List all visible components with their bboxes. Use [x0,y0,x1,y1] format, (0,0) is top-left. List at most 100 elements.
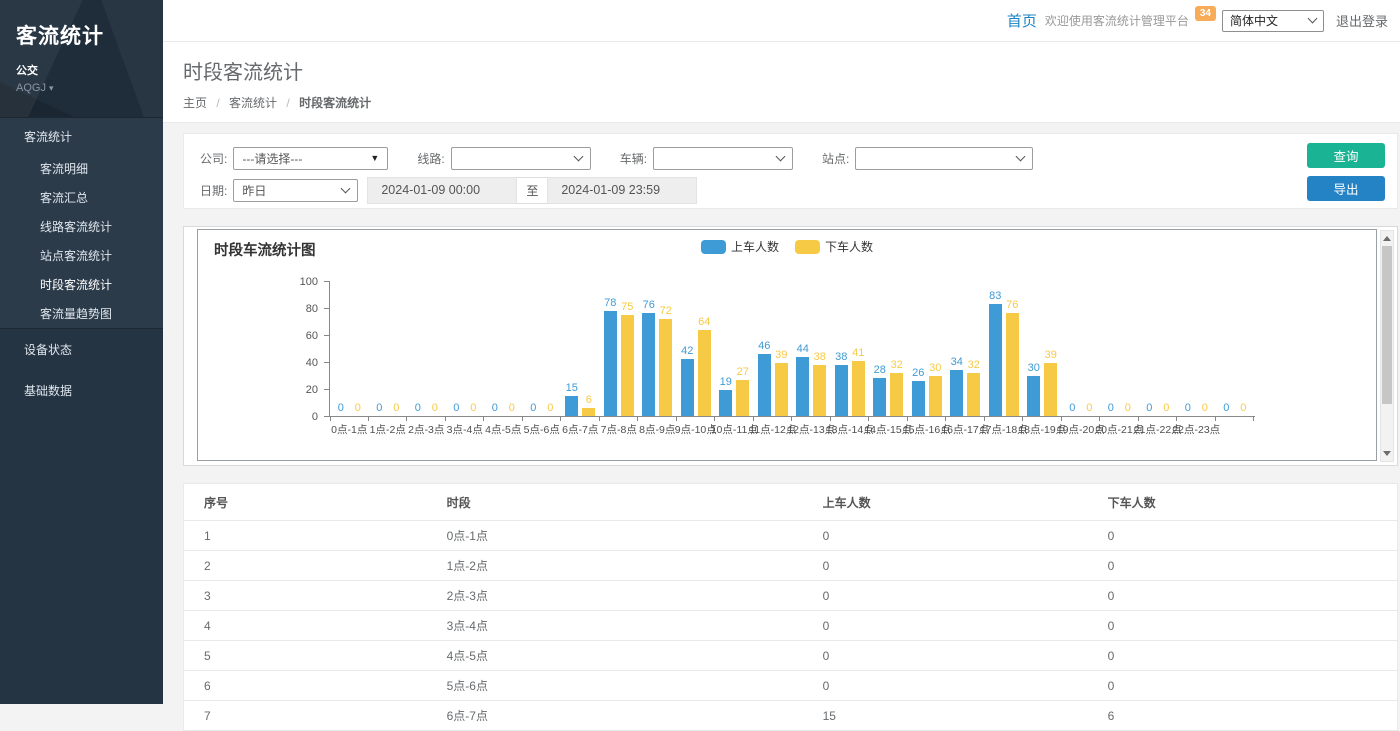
export-button[interactable]: 导出 [1307,176,1385,201]
date-preset-select[interactable]: 昨日 [233,179,358,202]
bar-value-label: 19 [720,376,732,389]
table-cell: 0点-1点 [427,521,803,551]
breadcrumb-section[interactable]: 客流统计 [229,96,277,110]
y-axis-label: 60 [306,330,318,342]
chart-scrollbar[interactable] [1380,230,1394,462]
table-cell: 1 [184,521,427,551]
topbar: 首页 欢迎使用客流统计管理平台 34 简体中文 退出登录 [163,0,1400,42]
sidebar-subitem[interactable]: 时段客流统计 [0,270,163,299]
x-axis-tick [1216,417,1255,421]
date-to-label: 至 [517,177,547,204]
sidebar-subitem[interactable]: 线路客流统计 [0,212,163,241]
bar [989,304,1002,416]
x-axis-tick [561,417,600,421]
table-cell: 3 [184,581,427,611]
bar-group: 2630 [908,281,947,416]
bar [659,319,672,416]
x-axis-label: 12点-13点 [792,422,831,437]
app-title: 客流统计 [16,20,163,50]
table-column-header: 序号 [184,484,427,521]
table-cell: 6 [184,671,427,701]
sidebar-subitem[interactable]: 客流汇总 [0,183,163,212]
query-button[interactable]: 查询 [1307,143,1385,168]
bar [621,315,634,416]
bar [736,380,749,416]
station-label: 站点: [822,150,849,167]
sidebar-item[interactable]: 设备状态 [0,329,163,370]
data-table: 序号时段上车人数下车人数 10点-1点0021点-2点0032点-3点0043点… [184,484,1397,731]
bar-value-label: 0 [338,402,344,415]
company-select[interactable]: ---请选择---▼ [233,147,388,170]
bar-value-label: 42 [681,345,693,358]
y-axis-tick [324,416,329,417]
table-cell: 0 [803,641,1088,671]
bar-value-label: 0 [453,402,459,415]
station-select[interactable] [855,147,1033,170]
chart-legend: 上车人数下车人数 [701,238,873,255]
chart-xticks [330,416,1255,421]
bar [565,396,578,416]
x-axis-tick [715,417,754,421]
bar-value-label: 38 [835,351,847,364]
bar [681,359,694,416]
bar-group: 00 [1062,281,1101,416]
y-axis-label: 40 [306,357,318,369]
x-axis-tick [638,417,677,421]
x-axis-label: 21点-22点 [1139,422,1178,437]
bar [967,373,980,416]
breadcrumb: 主页 / 客流统计 / 时段客流统计 [183,94,1400,111]
sidebar-group-label[interactable]: 客流统计 [0,118,163,154]
table-cell: 4点-5点 [427,641,803,671]
x-axis-label: 14点-15点 [869,422,908,437]
table-body: 10点-1点0021点-2点0032点-3点0043点-4点0054点-5点00… [184,521,1397,731]
legend-entry[interactable]: 上车人数 [701,238,779,255]
x-axis-label: 7点-8点 [600,422,639,437]
breadcrumb-home[interactable]: 主页 [183,96,207,110]
language-select[interactable]: 简体中文 [1222,10,1324,32]
scrollbar-thumb[interactable] [1382,246,1392,404]
chevron-down-icon [1016,151,1026,161]
x-axis-label: 15点-16点 [908,422,947,437]
bar-value-label: 0 [1240,402,1246,415]
bar-value-label: 30 [1028,362,1040,375]
line-select[interactable] [451,147,591,170]
scroll-up-icon[interactable] [1383,236,1391,241]
bar-value-label: 26 [912,367,924,380]
vehicle-select[interactable] [653,147,793,170]
y-axis-label: 0 [312,411,318,423]
bar [929,376,942,417]
bar [950,370,963,416]
table-cell: 0 [803,671,1088,701]
x-axis-tick [985,417,1024,421]
chart-xlabels: 0点-1点1点-2点2点-3点3点-4点4点-5点5点-6点6点-7点7点-8点… [330,422,1254,437]
sidebar-subitem[interactable]: 客流量趋势图 [0,299,163,328]
bar-value-label: 15 [566,382,578,395]
legend-label: 上车人数 [731,238,779,255]
bar [852,361,865,416]
bar-value-label: 0 [509,402,515,415]
dropdown-arrow-icon: ▼ [370,153,379,163]
x-axis-label: 18点-19点 [1023,422,1062,437]
table-cell: 0 [1088,551,1397,581]
account-dropdown[interactable]: AQGJ▾ [16,82,163,94]
home-link[interactable]: 首页 [1007,10,1037,31]
org-label: 公交 [16,62,163,78]
sidebar-menu-extra: 设备状态基础数据 [0,329,163,411]
date-end-input[interactable]: 2024-01-09 23:59 [547,177,697,204]
page-title: 时段客流统计 [183,56,1400,85]
table-cell: 5 [184,641,427,671]
logout-link[interactable]: 退出登录 [1336,11,1388,30]
sidebar-subitem[interactable]: 站点客流统计 [0,241,163,270]
notification-badge[interactable]: 34 [1195,6,1216,21]
legend-entry[interactable]: 下车人数 [795,238,873,255]
scroll-down-icon[interactable] [1383,451,1391,456]
y-axis-tick [324,281,329,282]
x-axis-tick [908,417,947,421]
bar-group: 4264 [677,281,716,416]
chevron-down-icon [573,151,583,161]
bar-group: 1927 [715,281,754,416]
sidebar-item[interactable]: 基础数据 [0,370,163,411]
table-column-header: 下车人数 [1088,484,1397,521]
date-start-input[interactable]: 2024-01-09 00:00 [367,177,517,204]
sidebar-subitem[interactable]: 客流明细 [0,154,163,183]
